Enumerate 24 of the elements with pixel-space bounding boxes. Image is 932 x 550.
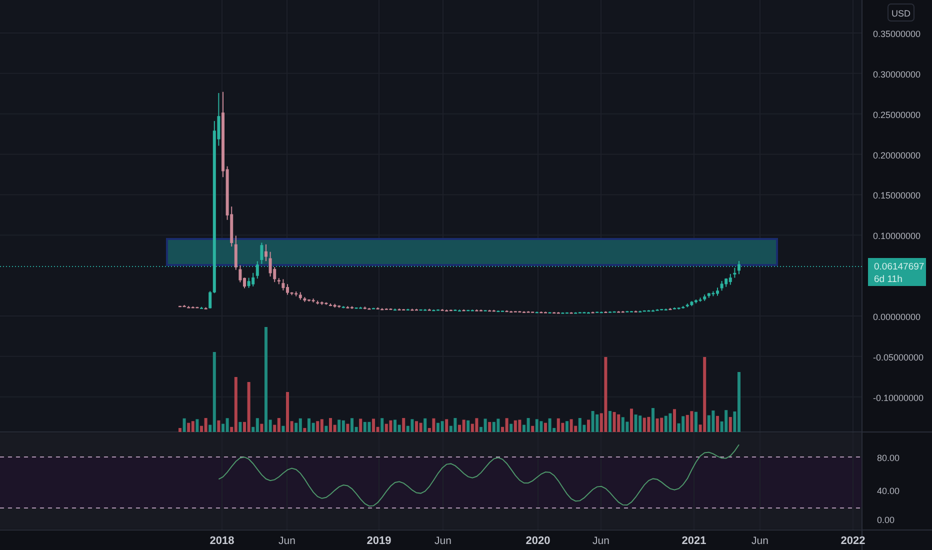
time-axis-label: 2020 bbox=[526, 535, 550, 547]
time-axis-label: 2019 bbox=[366, 535, 392, 547]
last-price-value: 0.06147697 bbox=[874, 262, 924, 272]
currency-badge[interactable]: USD bbox=[888, 4, 914, 22]
time-axis-label: Jun bbox=[278, 535, 296, 547]
price-axis-label: 0.35000000 bbox=[873, 29, 921, 39]
price-axis-label: 0.30000000 bbox=[873, 69, 921, 80]
time-axis-label: 2018 bbox=[210, 535, 234, 547]
bar-countdown: 6d 11h bbox=[874, 274, 902, 285]
rsi-axis-label: 0.00 bbox=[877, 515, 895, 525]
time-axis-label: Jun bbox=[752, 535, 768, 547]
price-axis-label: -0.05000000 bbox=[873, 352, 924, 362]
price-axis-label: 0.10000000 bbox=[873, 231, 921, 242]
price-axis-label: 0.20000000 bbox=[873, 150, 921, 160]
time-axis-label: Jun bbox=[434, 535, 452, 547]
time-axis-label: Jun bbox=[592, 535, 610, 547]
price-axis-label: 0.15000000 bbox=[873, 190, 921, 201]
time-axis-label: 2022 bbox=[840, 535, 866, 547]
price-axis-label: -0.10000000 bbox=[873, 392, 924, 403]
time-axis-label: 2021 bbox=[682, 535, 706, 547]
rsi-axis-label: 40.00 bbox=[877, 486, 900, 496]
price-axis-label: 0.25000000 bbox=[873, 110, 921, 120]
rsi-axis-label: 80.00 bbox=[877, 453, 900, 463]
price-axis-label: 0.00000000 bbox=[873, 312, 921, 322]
